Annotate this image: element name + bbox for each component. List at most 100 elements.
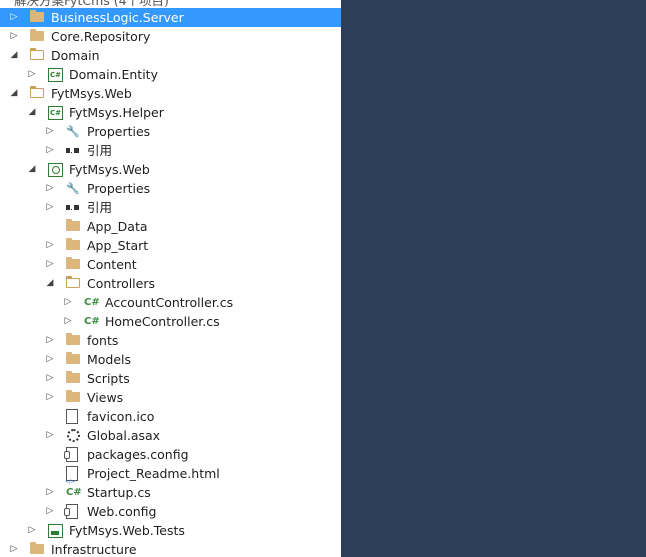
web-project-icon xyxy=(48,163,63,177)
collapse-arrow-icon[interactable]: ◢ xyxy=(26,103,38,122)
folder-icon xyxy=(66,371,80,383)
tree-row[interactable]: ▷ C# HomeController.cs xyxy=(0,312,341,331)
csharp-project-icon: C# xyxy=(48,106,63,120)
tree-row[interactable]: ▷ Content xyxy=(0,255,341,274)
html-file-icon xyxy=(65,466,78,492)
tree-row[interactable]: ▷ 🔧 Properties xyxy=(0,122,341,141)
tree-row[interactable]: ◢ FytMsys.Web xyxy=(0,160,341,179)
open-folder-icon xyxy=(30,48,44,60)
tree-row[interactable]: favicon.ico xyxy=(0,407,341,426)
tree-row[interactable]: ▷ 🔧 Properties xyxy=(0,179,341,198)
collapse-arrow-icon[interactable]: ◢ xyxy=(26,160,38,179)
tree-row[interactable]: ▷ C# Domain.Entity xyxy=(0,65,341,84)
expand-arrow-icon[interactable]: ▷ xyxy=(8,8,20,27)
tree-row[interactable]: ▷ Global.asax xyxy=(0,426,341,445)
expand-arrow-icon[interactable]: ▷ xyxy=(44,122,56,141)
expand-arrow-icon[interactable]: ▷ xyxy=(44,426,56,445)
test-project-icon xyxy=(48,524,63,538)
tree-row[interactable]: Project_Readme.html xyxy=(0,464,341,492)
tree-row[interactable]: ▷ 引用 xyxy=(0,198,341,217)
tree-row[interactable]: ▷ App_Start xyxy=(0,236,341,255)
expand-arrow-icon[interactable]: ▷ xyxy=(44,179,56,198)
folder-icon xyxy=(66,333,80,345)
tree-row[interactable]: ▷ C# AccountController.cs xyxy=(0,293,341,312)
references-icon xyxy=(66,148,80,153)
tree-item-label: AccountController.cs xyxy=(105,295,234,310)
csharp-file-icon: C# xyxy=(84,297,100,308)
expand-arrow-icon[interactable]: ▷ xyxy=(26,521,38,540)
tree-row[interactable]: ▷ Scripts xyxy=(0,369,341,388)
solution-explorer-tree[interactable]: 解决方案FytCms (4个项目) ▷ BusinessLogic.Server ▷… xyxy=(0,0,341,557)
tree-item-label: Web.config xyxy=(87,504,157,519)
tree-row[interactable]: ▷ C# Startup.cs xyxy=(0,483,341,502)
expand-arrow-icon[interactable]: ▷ xyxy=(8,27,20,46)
tree-row[interactable]: ▷ Infrastructure xyxy=(0,540,341,557)
expand-arrow-icon[interactable]: ▷ xyxy=(44,255,56,274)
folder-icon xyxy=(66,390,80,402)
expand-arrow-icon[interactable]: ▷ xyxy=(44,198,56,217)
tree-item-label: FytMsys.Helper xyxy=(69,105,164,120)
tree-row[interactable]: ▷ Models xyxy=(0,350,341,369)
collapse-arrow-icon[interactable]: ◢ xyxy=(8,46,20,65)
folder-icon xyxy=(66,219,80,231)
tree-row[interactable]: ▷ Web.config xyxy=(0,502,341,521)
tree-item-label: Properties xyxy=(87,124,151,139)
tree-item-label: Views xyxy=(87,390,124,405)
expand-arrow-icon[interactable]: ▷ xyxy=(44,331,56,350)
tree-row[interactable]: ◢ FytMsys.Web xyxy=(0,84,341,103)
tree-row[interactable]: ▷ 引用 xyxy=(0,141,341,160)
expand-arrow-icon[interactable]: ▷ xyxy=(44,141,56,160)
expand-arrow-icon[interactable]: ▷ xyxy=(44,388,56,407)
tree-row[interactable]: ▷ Core.Repository xyxy=(0,27,341,46)
csharp-file-icon: C# xyxy=(66,487,82,498)
expand-arrow-icon[interactable]: ▷ xyxy=(44,483,56,502)
expand-arrow-icon[interactable]: ▷ xyxy=(62,293,74,312)
tree-item-label: Global.asax xyxy=(87,428,161,443)
file-icon xyxy=(66,409,78,424)
tree-row[interactable]: ◢ Controllers xyxy=(0,274,341,293)
tree-row[interactable]: App_Data xyxy=(0,217,341,236)
tree-row[interactable]: ◢ Domain xyxy=(0,46,341,65)
tree-row[interactable]: ▷ fonts xyxy=(0,331,341,350)
tree-item-label: Controllers xyxy=(87,276,155,291)
config-file-icon xyxy=(64,504,78,519)
tree-item-label: App_Data xyxy=(87,219,148,234)
references-icon xyxy=(66,205,80,210)
collapse-arrow-icon[interactable]: ◢ xyxy=(8,84,20,103)
tree-row[interactable]: ◢ C# FytMsys.Helper xyxy=(0,103,341,122)
tree-row[interactable]: packages.config xyxy=(0,445,341,464)
open-folder-icon xyxy=(66,276,80,288)
folder-icon xyxy=(66,352,80,364)
expand-arrow-icon[interactable]: ▷ xyxy=(44,350,56,369)
wrench-icon: 🔧 xyxy=(66,182,80,195)
tree-item-label: FytMsys.Web xyxy=(69,162,150,177)
tree-item-label: 引用 xyxy=(87,200,113,215)
editor-background-pane xyxy=(341,0,646,557)
folder-icon xyxy=(30,29,44,41)
folder-icon xyxy=(66,257,80,269)
tree-item-label: Models xyxy=(87,352,132,367)
expand-arrow-icon[interactable]: ▷ xyxy=(26,65,38,84)
expand-arrow-icon[interactable]: ▷ xyxy=(62,312,74,331)
tree-item-label: App_Start xyxy=(87,238,149,253)
tree-item-label: favicon.ico xyxy=(87,409,155,424)
expand-arrow-icon[interactable]: ▷ xyxy=(44,369,56,388)
tree-item-label: Scripts xyxy=(87,371,130,386)
expand-arrow-icon[interactable]: ▷ xyxy=(8,540,20,557)
tree-row[interactable]: ▷ FytMsys.Web.Tests xyxy=(0,521,341,540)
config-file-icon xyxy=(64,447,78,462)
tree-item-label: Startup.cs xyxy=(87,485,151,500)
tree-item-label: BusinessLogic.Server xyxy=(51,10,184,25)
tree-row[interactable]: ▷ Views xyxy=(0,388,341,407)
expand-arrow-icon[interactable]: ▷ xyxy=(44,502,56,521)
collapse-arrow-icon[interactable]: ◢ xyxy=(44,274,56,293)
expand-arrow-icon[interactable]: ▷ xyxy=(44,236,56,255)
tree-row[interactable]: ▷ BusinessLogic.Server xyxy=(0,8,341,27)
folder-icon xyxy=(66,238,80,250)
folder-icon xyxy=(30,542,44,554)
tree-item-label: Domain.Entity xyxy=(69,67,158,82)
